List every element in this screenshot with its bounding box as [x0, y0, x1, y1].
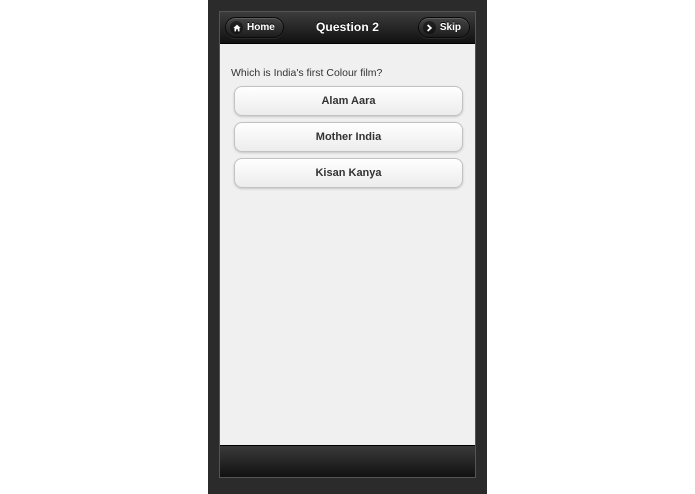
answer-option-mother-india[interactable]: Mother India [234, 122, 463, 152]
answer-option-kisan-kanya[interactable]: Kisan Kanya [234, 158, 463, 188]
answer-options: Alam Aara Mother India Kisan Kanya [234, 86, 463, 188]
answer-option-alam-aara[interactable]: Alam Aara [234, 86, 463, 116]
skip-button[interactable]: Skip [417, 17, 470, 38]
app-screen: Home Question 2 Skip Which is India's fi… [219, 11, 476, 478]
skip-button-label: Skip [439, 22, 461, 33]
footer-bar [220, 445, 475, 477]
header-bar: Home Question 2 Skip [220, 12, 475, 44]
device-frame: Home Question 2 Skip Which is India's fi… [208, 0, 487, 494]
question-content: Which is India's first Colour film? Alam… [220, 44, 475, 194]
chevron-right-icon [422, 21, 436, 34]
question-text: Which is India's first Colour film? [231, 67, 383, 79]
